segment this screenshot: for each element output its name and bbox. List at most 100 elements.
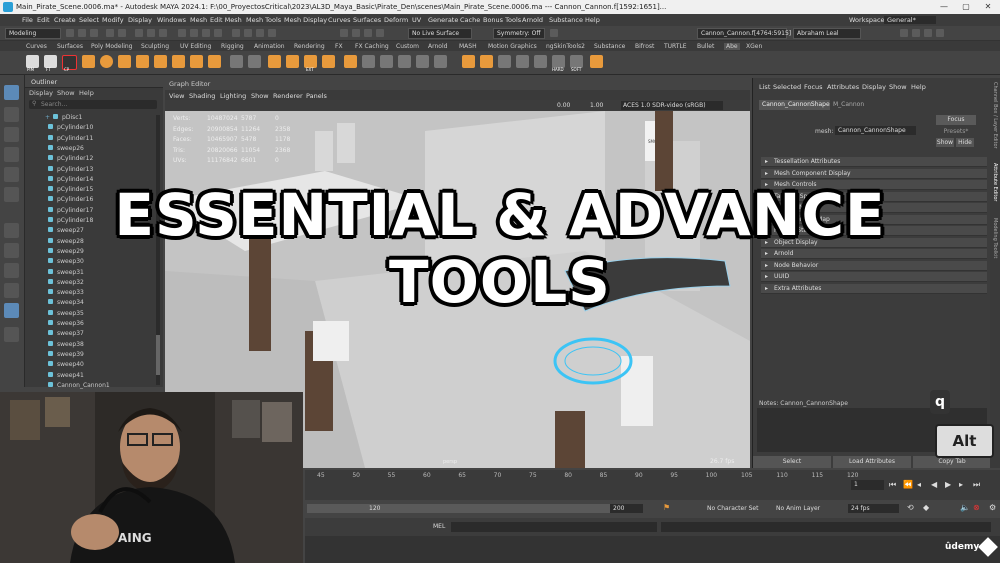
vp-menu-renderer[interactable]: Renderer	[273, 92, 303, 100]
boolean-icon[interactable]	[268, 55, 281, 68]
snap-grid-icon[interactable]	[232, 29, 240, 37]
outliner-item[interactable]: sweep37	[45, 330, 84, 340]
uv-mask-icon[interactable]	[214, 29, 222, 37]
bevel-icon[interactable]	[344, 55, 357, 68]
outliner-item[interactable]: sweep40	[45, 361, 84, 371]
time-slider[interactable]: 45 50 55 60 65 70 75 80 85 90 95 100 105 110 115 120 1 …	[305, 470, 1000, 500]
menu-select[interactable]: Select	[79, 16, 99, 24]
step-forward-icon[interactable]: ▸	[959, 480, 963, 489]
poly-cylinder-icon[interactable]	[118, 55, 131, 68]
ae-menu-display[interactable]: Display	[862, 83, 886, 91]
poly-sphere-icon[interactable]	[100, 55, 113, 68]
step-back-icon[interactable]: ◂	[917, 480, 921, 489]
outliner-item[interactable]: pCylinder11	[45, 134, 93, 145]
outliner-item[interactable]: sweep36	[45, 320, 84, 330]
attribute-section[interactable]: Tessellation Attributes	[761, 157, 987, 167]
outliner-scroll-thumb[interactable]	[156, 335, 160, 375]
shelf-tab[interactable]: Rendering	[294, 43, 325, 50]
quad-draw-icon[interactable]	[398, 55, 411, 68]
mode-select[interactable]: Modeling	[5, 28, 61, 39]
smooth-icon[interactable]	[248, 55, 261, 68]
character-set-select[interactable]: No Character Set	[707, 505, 758, 512]
shelf-tab[interactable]: Poly Modeling	[91, 43, 133, 50]
play-back-icon[interactable]: ◀	[931, 480, 937, 489]
selection-name-field[interactable]: Cannon_Cannon.f[4764:5915]	[697, 28, 791, 39]
shelf-tab[interactable]: Surfaces	[57, 43, 83, 50]
shelf-tab[interactable]: MASH	[459, 43, 477, 50]
sound-icon[interactable]: 🔈	[960, 503, 970, 512]
ae-menu-selected[interactable]: Selected	[773, 83, 801, 91]
expand-toggle[interactable]: +	[45, 114, 50, 121]
load-attributes-button[interactable]: Load Attributes	[833, 456, 911, 468]
menu-cache[interactable]: Cache	[460, 16, 480, 24]
vp-menu-shading[interactable]: Shading	[189, 92, 215, 100]
menu-mesh[interactable]: Mesh	[190, 16, 207, 24]
focus-button[interactable]: Focus	[936, 115, 976, 125]
shelf-tab[interactable]: Arnold	[428, 43, 447, 50]
new-scene-icon[interactable]	[66, 29, 74, 37]
menu-uv[interactable]: UV	[412, 16, 421, 24]
menu-deform[interactable]: Deform	[384, 16, 408, 24]
goto-start-icon[interactable]: ⏮	[889, 480, 896, 490]
menu-bonus-tools[interactable]: Bonus Tools	[483, 16, 521, 24]
mel-input[interactable]	[451, 522, 657, 532]
poly-cone-icon[interactable]	[136, 55, 149, 68]
attribute-section[interactable]: Mesh Component Display	[761, 168, 987, 179]
attribute-editor-icon[interactable]	[912, 29, 920, 37]
ae-menu-help[interactable]: Help	[911, 83, 926, 91]
poly-torus-icon[interactable]	[172, 55, 185, 68]
hide-button[interactable]: Hide	[956, 138, 974, 147]
exposure-value[interactable]: 0.00	[557, 102, 570, 109]
menu-arnold[interactable]: Arnold	[522, 16, 543, 24]
outliner-menu-help[interactable]: Help	[79, 89, 94, 97]
shelf-tab[interactable]: Sculpting	[141, 43, 169, 50]
menu-create[interactable]: Create	[54, 16, 76, 24]
poly-plane-icon[interactable]	[154, 55, 167, 68]
face-mask-icon[interactable]	[202, 29, 210, 37]
range-bar[interactable]	[307, 504, 615, 513]
menu-curves[interactable]: Curves	[328, 16, 351, 24]
settings-icon[interactable]: ⚙	[989, 503, 996, 512]
separate-icon[interactable]	[230, 55, 243, 68]
open-scene-icon[interactable]	[78, 29, 86, 37]
search-tool-icon[interactable]	[4, 327, 19, 342]
vp-menu-show[interactable]: Show	[251, 92, 269, 100]
ae-menu-attributes[interactable]: Attributes	[827, 83, 859, 91]
select-button[interactable]: Select	[753, 456, 831, 468]
shelf-tab[interactable]: ngSkinTools2	[546, 43, 585, 50]
vp-menu-view[interactable]: View	[169, 92, 184, 100]
close-button[interactable]: ✕	[978, 2, 998, 12]
multicut-icon[interactable]	[362, 55, 375, 68]
history-icon[interactable]	[340, 29, 348, 37]
vp-menu-lighting[interactable]: Lighting	[220, 92, 246, 100]
color-space-select[interactable]: ACES 1.0 SDR-video (sRGB)	[621, 101, 723, 110]
play-forward-icon[interactable]: ▶	[945, 480, 951, 489]
outliner-item[interactable]: sweep26	[45, 144, 84, 155]
combine-icon[interactable]	[208, 55, 221, 68]
loop-icon[interactable]: ⟲	[907, 503, 914, 512]
shelf-tab[interactable]: Rigging	[221, 43, 244, 50]
edge-mask-icon[interactable]	[190, 29, 198, 37]
outliner-item[interactable]: sweep41	[45, 371, 84, 382]
shelf-tab[interactable]: Bifrost	[635, 43, 654, 50]
target-weld-icon[interactable]	[380, 55, 393, 68]
maximize-button[interactable]: ▢	[956, 2, 976, 12]
shelf-tab[interactable]: UV Editing	[180, 43, 211, 50]
user-account[interactable]: Abraham Leal	[793, 28, 861, 39]
shelf-tab-active[interactable]: Abe	[724, 43, 740, 50]
shelf-tab[interactable]: Substance	[594, 43, 625, 50]
select-component-icon[interactable]	[159, 29, 167, 37]
menu-file[interactable]: File	[22, 16, 33, 24]
retopo-icon[interactable]	[516, 55, 529, 68]
shelf-tab[interactable]: Motion Graphics	[488, 43, 537, 50]
lasso-tool-icon[interactable]	[4, 107, 19, 122]
crease-icon[interactable]	[462, 55, 475, 68]
menu-mesh-display[interactable]: Mesh Display	[284, 16, 327, 24]
outliner-search[interactable]: ⚲ Search...	[29, 100, 157, 109]
outliner-item[interactable]: pCylinder12	[45, 155, 93, 165]
poly-disc-icon[interactable]	[190, 55, 203, 68]
offset-edge-icon[interactable]	[434, 55, 447, 68]
menu-display[interactable]: Display	[128, 16, 152, 24]
lock-icon[interactable]	[550, 29, 558, 37]
fps-select[interactable]: 24 fps	[848, 504, 899, 513]
